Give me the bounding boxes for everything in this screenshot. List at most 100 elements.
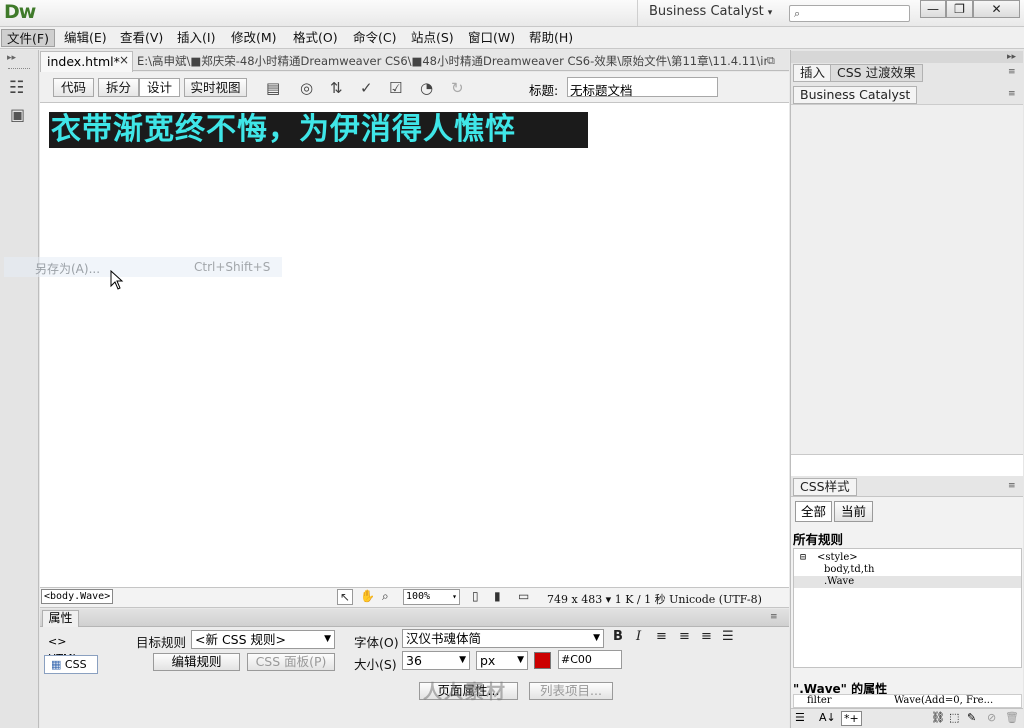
files-panel-icon[interactable]: ☷: [9, 78, 24, 98]
tag-selector[interactable]: <body.Wave>: [41, 589, 114, 604]
unit-value: px: [480, 653, 496, 668]
tab-label: index.html*: [47, 54, 120, 69]
tab-index-html[interactable]: index.html* ×: [40, 51, 133, 72]
list-item-button[interactable]: 列表项目...: [529, 682, 613, 700]
panel-options-icon[interactable]: ≡: [1008, 67, 1016, 77]
assets-panel-icon[interactable]: ▣: [10, 105, 25, 124]
css-panel-toolbar: ☰ A↓ *+ ⛓ ⬚ ✎ ⊘ 🗑: [791, 708, 1023, 728]
window-size-info[interactable]: 749 x 483 ▾ 1 K / 1 秒 Unicode (UTF-8): [547, 591, 762, 607]
split-view-button[interactable]: 拆分: [98, 78, 139, 97]
panel-options-icon[interactable]: ≡: [1008, 89, 1016, 99]
workspace-label: Business Catalyst: [649, 4, 764, 19]
restore-document-icon[interactable]: ⧉: [767, 54, 775, 68]
help-search-input[interactable]: ⌕: [789, 5, 910, 22]
visual-aids-icon[interactable]: ◔: [420, 79, 433, 97]
rules-tree[interactable]: ⊟ <style> body,td,th .Wave: [793, 548, 1022, 668]
preview-browser-icon[interactable]: ◎: [300, 79, 313, 97]
show-set-properties-icon[interactable]: *+: [841, 711, 862, 726]
rule-body-td-th[interactable]: body,td,th: [824, 564, 874, 576]
target-rule-select[interactable]: <新 CSS 规则> ▼: [191, 630, 335, 649]
css-current-button[interactable]: 当前: [834, 501, 873, 522]
menu-insert[interactable]: 插入(I): [172, 29, 220, 47]
align-left-icon[interactable]: ≡: [656, 629, 667, 644]
target-rule-value: <新 CSS 规则>: [195, 632, 286, 647]
menu-file[interactable]: 文件(F): [1, 29, 55, 47]
tab-css-transitions[interactable]: CSS 过渡效果: [830, 64, 923, 82]
tablet-size-icon[interactable]: ▮: [494, 589, 501, 603]
attach-stylesheet-icon[interactable]: ⛓: [931, 711, 945, 724]
disable-property-icon[interactable]: ⊘: [987, 711, 996, 724]
menu-edit[interactable]: 编辑(E): [59, 29, 112, 47]
css-mode-button[interactable]: ▦ CSS: [44, 655, 98, 674]
font-select[interactable]: 汉仪书魂体简 ▼: [402, 629, 604, 648]
delete-rule-icon[interactable]: 🗑: [1005, 711, 1019, 724]
menu-format[interactable]: 格式(O): [288, 29, 343, 47]
rule-wave-row[interactable]: .Wave: [794, 576, 1021, 588]
close-tab-icon[interactable]: ×: [119, 53, 129, 67]
file-management-icon[interactable]: ⇅: [330, 79, 343, 97]
menu-window[interactable]: 窗口(W): [463, 29, 520, 47]
title-label: 标题:: [529, 83, 559, 98]
menu-view[interactable]: 查看(V): [115, 29, 168, 47]
workspace-switcher[interactable]: Business Catalyst ▾: [637, 0, 777, 26]
color-picker-swatch[interactable]: [534, 652, 551, 669]
tab-css-styles[interactable]: CSS样式: [793, 478, 857, 496]
css-all-button[interactable]: 全部: [795, 501, 832, 522]
bold-button[interactable]: B: [613, 629, 623, 644]
category-view-icon[interactable]: ☰: [795, 711, 805, 724]
zoom-select[interactable]: 100% ▾: [403, 589, 460, 605]
collapse-icon[interactable]: ⊟: [800, 552, 806, 564]
properties-tab[interactable]: 属性: [42, 610, 79, 627]
italic-button[interactable]: I: [636, 629, 641, 644]
collapse-panels-icon[interactable]: ▸▸: [1007, 52, 1016, 62]
edit-rule-button[interactable]: 编辑规则: [153, 653, 240, 671]
align-right-icon[interactable]: ≡: [701, 629, 712, 644]
file-path: E:\高申斌\■郑庆荣-48小时精通Dreamweaver CS6\■48小时精…: [137, 54, 767, 68]
zoom-tool-icon[interactable]: ⌕: [382, 589, 389, 604]
mobile-size-icon[interactable]: ▯: [472, 589, 479, 603]
rule-style[interactable]: <style>: [817, 552, 858, 564]
design-canvas[interactable]: [40, 103, 789, 587]
panel-options-icon[interactable]: ≡: [1008, 481, 1016, 491]
minimize-button[interactable]: —: [920, 0, 946, 18]
browser-compat-icon[interactable]: ☑: [389, 79, 402, 97]
align-center-icon[interactable]: ≡: [679, 629, 690, 644]
menu-commands[interactable]: 命令(C): [348, 29, 401, 47]
business-catalyst-panel: [791, 104, 1023, 476]
refresh-icon[interactable]: ↻: [451, 79, 464, 97]
font-label: 字体(O): [354, 635, 399, 650]
hand-tool-icon[interactable]: ✋: [360, 589, 375, 603]
sort-az-icon[interactable]: A↓: [819, 711, 836, 724]
dock-grip[interactable]: [8, 68, 30, 69]
code-view-button[interactable]: 代码: [53, 78, 94, 97]
document-title-input[interactable]: 无标题文档: [567, 77, 718, 98]
justify-icon[interactable]: ☰: [722, 629, 734, 644]
new-rule-icon[interactable]: ⬚: [949, 711, 959, 724]
css-panel-button[interactable]: CSS 面板(P): [247, 653, 335, 671]
menu-help[interactable]: 帮助(H): [524, 29, 578, 47]
wave-heading[interactable]: 衣带渐宽终不悔，为伊消得人憔悴: [51, 112, 516, 148]
unit-select[interactable]: px ▼: [476, 651, 528, 670]
menu-modify[interactable]: 修改(M): [226, 29, 282, 47]
select-tool-icon[interactable]: ↖: [337, 589, 354, 605]
chevron-down-icon: ▾: [767, 8, 773, 18]
rule-property-row[interactable]: filter Wave(Add=0, Fre...: [793, 694, 1022, 708]
w3c-validation-icon[interactable]: ✓: [360, 79, 373, 97]
html-mode-button[interactable]: <> HTML: [44, 633, 99, 665]
maximize-button[interactable]: ❐: [946, 0, 973, 18]
watermark: 人人素材: [423, 681, 508, 703]
desktop-size-icon[interactable]: ▭: [518, 589, 529, 603]
font-value: 汉仪书魂体简: [406, 631, 482, 646]
panel-options-icon[interactable]: ≡: [770, 612, 778, 622]
live-view-button[interactable]: 实时视图: [184, 78, 247, 97]
size-select[interactable]: 36 ▼: [402, 651, 470, 670]
tab-insert[interactable]: 插入: [793, 64, 833, 82]
close-button[interactable]: ✕: [973, 0, 1020, 18]
color-hex-input[interactable]: #C00: [558, 650, 622, 669]
design-view-button[interactable]: 设计: [139, 78, 180, 97]
tab-business-catalyst[interactable]: Business Catalyst: [793, 86, 918, 104]
expand-panel-icon[interactable]: ▸▸: [7, 53, 16, 63]
edit-rule-icon[interactable]: ✎: [967, 711, 976, 724]
menu-site[interactable]: 站点(S): [406, 29, 459, 47]
multiscreen-icon[interactable]: ▤: [266, 79, 280, 97]
